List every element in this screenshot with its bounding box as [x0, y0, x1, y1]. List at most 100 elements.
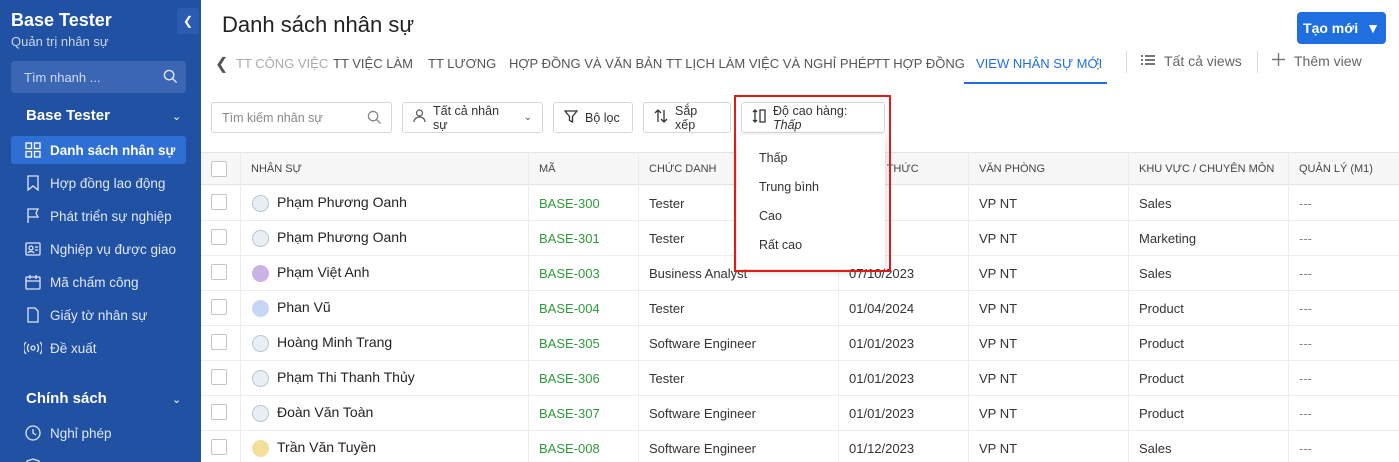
staff-name[interactable]: Phạm Phương Oanh	[277, 194, 407, 210]
all-views-button[interactable]: Tất cả views	[1141, 53, 1242, 69]
sidebar-item-phat-trien[interactable]: Phát triển sự nghiệp	[11, 202, 186, 230]
sidebar-search-placeholder: Tìm nhanh ...	[24, 70, 101, 85]
staff-start-date: 01/04/2024	[849, 301, 915, 316]
filter-icon	[563, 109, 579, 126]
col-header-ma[interactable]: MÃ	[539, 163, 556, 175]
avatar	[252, 440, 269, 457]
broadcast-icon	[24, 339, 42, 357]
tab-tt-viec-lam[interactable]: TT VIỆC LÀM	[333, 56, 413, 71]
staff-title: Software Engineer	[649, 336, 756, 351]
row-checkbox[interactable]	[211, 369, 227, 385]
staff-name[interactable]: Hoàng Minh Trang	[277, 334, 392, 350]
staff-name[interactable]: Phạm Thi Thanh Thủy	[277, 369, 415, 385]
staff-start-date: 01/01/2023	[849, 406, 915, 421]
col-header-chuc-danh[interactable]: CHỨC DANH	[649, 163, 716, 175]
row-checkbox[interactable]	[211, 229, 227, 245]
table-row[interactable]: Trần Văn Tuyền BASE-008 Software Engineer 0…	[201, 431, 1399, 462]
active-tab-indicator	[964, 82, 1107, 84]
create-new-label: Tạo mới	[1303, 20, 1359, 36]
sidebar-group-base-tester[interactable]: Base Tester	[26, 107, 110, 124]
sidebar-item-nghi-phep[interactable]: Nghỉ phép	[11, 419, 186, 447]
create-new-button[interactable]: Tạo mới ▼	[1297, 12, 1386, 44]
row-checkbox[interactable]	[211, 299, 227, 315]
search-icon	[367, 110, 382, 130]
all-staff-dropdown[interactable]: Tất cả nhân sự ⌄	[402, 102, 543, 133]
col-header-khu-vuc[interactable]: KHU VỰC / CHUYÊN MÔN	[1139, 163, 1274, 175]
col-header-quan-ly[interactable]: QUẢN LÝ (M1)	[1299, 163, 1373, 175]
table-row[interactable]: Hoàng Minh Trang BASE-305 Software Enginee…	[201, 326, 1399, 361]
staff-area: Sales	[1139, 441, 1172, 456]
sidebar-item-hop-dong[interactable]: Hợp đồng lao động	[11, 169, 186, 197]
staff-code[interactable]: BASE-301	[539, 231, 600, 246]
plus-icon	[1272, 53, 1285, 69]
sort-button[interactable]: Sắp xếp	[643, 102, 731, 133]
row-checkbox[interactable]	[211, 439, 227, 455]
filter-label: Bộ lọc	[585, 110, 620, 125]
staff-title: Tester	[649, 196, 685, 211]
staff-code[interactable]: BASE-307	[539, 406, 600, 421]
staff-office: VP NT	[979, 371, 1018, 386]
staff-search-input[interactable]: Tìm kiếm nhân sự	[211, 102, 392, 133]
tab-tt-cong-viec[interactable]: TT CÔNG VIỆC	[236, 56, 328, 71]
row-checkbox[interactable]	[211, 334, 227, 350]
tabs-prev-icon[interactable]: ❮	[215, 54, 228, 74]
sidebar-search-input[interactable]: Tìm nhanh ...	[11, 61, 186, 93]
col-header-nhan-su[interactable]: NHÂN SỰ	[251, 163, 302, 175]
brand-subtitle: Quản trị nhân sự	[11, 34, 109, 49]
all-views-label: Tất cả views	[1164, 53, 1242, 69]
staff-code[interactable]: BASE-004	[539, 301, 600, 316]
user-list-icon	[24, 240, 42, 258]
tab-tt-hop-dong[interactable]: TT HỢP ĐỒNG	[874, 56, 965, 71]
sidebar-item-partial[interactable]	[11, 452, 186, 462]
page-title: Danh sách nhân sự	[222, 12, 415, 37]
staff-area: Product	[1139, 371, 1184, 386]
staff-manager: ---	[1299, 441, 1312, 456]
sidebar-item-giay-to[interactable]: Giấy tờ nhân sự	[11, 301, 186, 329]
highlight-annotation	[734, 95, 891, 272]
tab-tt-luong[interactable]: TT LƯƠNG	[428, 56, 496, 71]
staff-name[interactable]: Phạm Phương Oanh	[277, 229, 407, 245]
staff-name[interactable]: Trần Văn Tuyền	[277, 439, 376, 455]
staff-name[interactable]: Phan Vũ	[277, 299, 331, 315]
staff-manager: ---	[1299, 266, 1312, 281]
staff-area: Marketing	[1139, 231, 1197, 246]
staff-code[interactable]: BASE-008	[539, 441, 600, 456]
staff-code[interactable]: BASE-305	[539, 336, 600, 351]
avatar	[252, 370, 269, 387]
collapse-sidebar-button[interactable]: ❮	[177, 8, 199, 34]
sidebar-item-ma-cham-cong[interactable]: Mã chấm công	[11, 268, 186, 296]
tab-view-nhan-su-moi[interactable]: VIEW NHÂN SỰ MỚI	[976, 56, 1102, 71]
sidebar-item-nghiep-vu[interactable]: Nghiệp vụ được giao	[11, 235, 186, 263]
staff-code[interactable]: BASE-306	[539, 371, 600, 386]
avatar	[252, 300, 269, 317]
chevron-down-icon[interactable]: ⌄	[172, 110, 181, 123]
add-view-button[interactable]: Thêm view	[1272, 53, 1362, 69]
staff-name[interactable]: Đoàn Văn Toàn	[277, 404, 373, 420]
sidebar-group-chinh-sach[interactable]: Chính sách	[26, 390, 107, 407]
sort-icon	[654, 109, 668, 126]
staff-code[interactable]: BASE-003	[539, 266, 600, 281]
tab-lich-lam-viec[interactable]: TT LỊCH LÀM VIỆC VÀ NGHỈ PHÉP	[666, 56, 875, 71]
table-row[interactable]: Đoàn Văn Toàn BASE-307 Software Engineer 01…	[201, 396, 1399, 431]
search-icon	[163, 69, 178, 89]
chevron-down-icon[interactable]: ⌄	[172, 393, 181, 406]
staff-name[interactable]: Phạm Việt Anh	[277, 264, 369, 280]
filter-button[interactable]: Bộ lọc	[553, 102, 633, 133]
select-all-checkbox[interactable]	[211, 161, 227, 177]
row-checkbox[interactable]	[211, 194, 227, 210]
sidebar-item-label: Đề xuất	[50, 340, 97, 356]
clock-icon	[24, 424, 42, 442]
col-header-van-phong[interactable]: VĂN PHÒNG	[979, 163, 1045, 175]
chevron-left-icon: ❮	[182, 14, 194, 28]
table-row[interactable]: Phan Vũ BASE-004 Tester 01/04/2024 VP NT Prod…	[201, 291, 1399, 326]
staff-office: VP NT	[979, 231, 1018, 246]
more-vertical-icon[interactable]: ⋮	[1091, 55, 1105, 72]
row-checkbox[interactable]	[211, 404, 227, 420]
row-checkbox[interactable]	[211, 264, 227, 280]
staff-code[interactable]: BASE-300	[539, 196, 600, 211]
sidebar-item-danh-sach-nhan-su[interactable]: Danh sách nhân sự	[11, 136, 186, 164]
staff-office: VP NT	[979, 301, 1018, 316]
table-row[interactable]: Phạm Thi Thanh Thủy BASE-306 Tester 01/01/2…	[201, 361, 1399, 396]
sidebar-item-de-xuat[interactable]: Đề xuất	[11, 334, 186, 362]
tab-hop-dong-va-van-ban[interactable]: HỢP ĐỒNG VÀ VĂN BẢN	[509, 56, 662, 71]
